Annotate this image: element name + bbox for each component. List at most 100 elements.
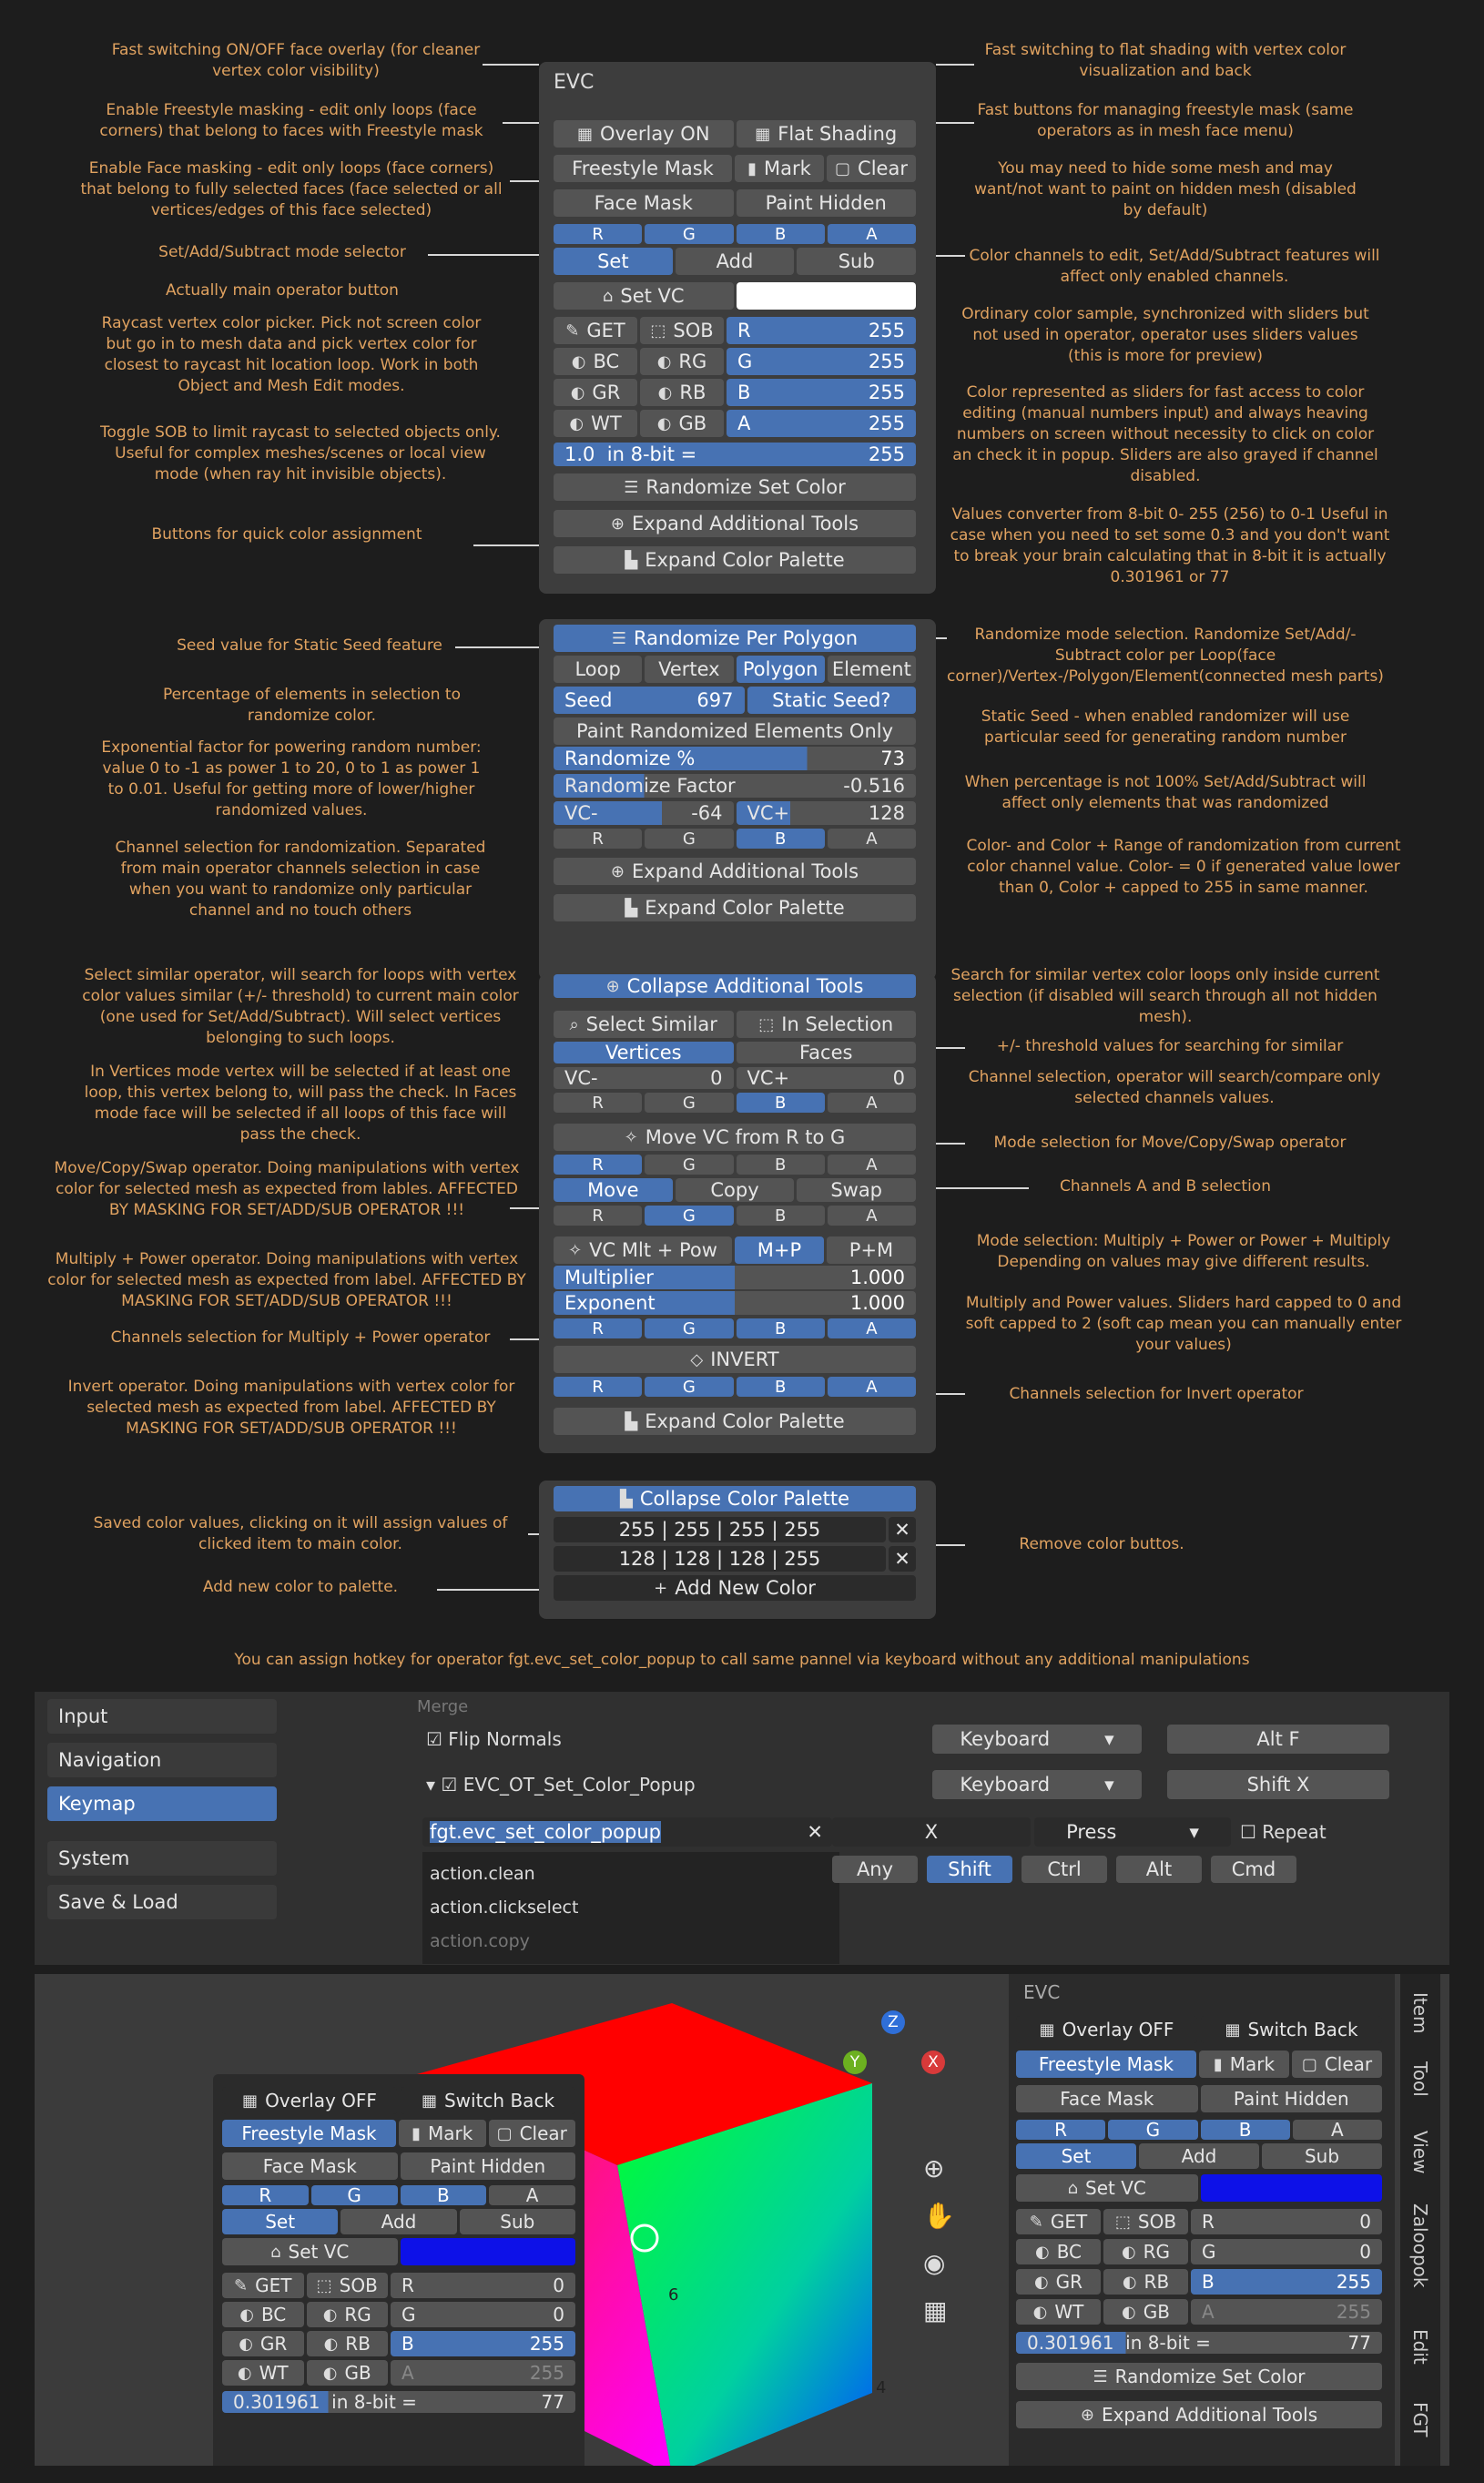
preset-bc-button[interactable]: ◐ BC	[1016, 2239, 1101, 2264]
mark-button[interactable]: ▮ Mark	[735, 155, 824, 182]
pm-mode-button[interactable]: P+M	[827, 1236, 916, 1264]
sob-toggle[interactable]: ⬚ SOB	[1103, 2209, 1188, 2234]
axis-x[interactable]: X	[921, 2051, 945, 2074]
freestyle-mask-button[interactable]: Freestyle Mask	[222, 2120, 396, 2147]
camera-icon[interactable]: ◉	[923, 2240, 955, 2287]
overlay-off-button[interactable]: ▦ Overlay OFF	[1016, 2016, 1197, 2043]
target-channel-b[interactable]: B	[736, 1206, 825, 1226]
exponent-slider[interactable]: Exponent 1.000	[554, 1291, 916, 1315]
sob-toggle[interactable]: ⬚ SOB	[640, 317, 724, 344]
converter-field[interactable]: 1.0 in 8-bit = 255	[554, 443, 916, 466]
mode-sub-button[interactable]: Sub	[797, 248, 917, 275]
preset-gr-button[interactable]: ◐ GR	[554, 379, 637, 406]
rand-element-button[interactable]: Element	[827, 656, 916, 683]
converter-field[interactable]: 0.301961 in 8-bit = 77	[1016, 2332, 1382, 2354]
axis-y[interactable]: Y	[843, 2051, 867, 2074]
tab-edit[interactable]: Edit	[1408, 2329, 1433, 2365]
randomize-set-color-button[interactable]: ☰ Randomize Set Color	[1016, 2363, 1382, 2390]
list-item[interactable]: action.copy	[430, 1925, 832, 1959]
remove-color-button[interactable]: ✕	[889, 1546, 916, 1572]
channel-b-toggle[interactable]: B	[400, 2185, 487, 2205]
vc-minus-slider[interactable]: VC- -64	[554, 801, 734, 825]
slider-r[interactable]: R 255	[727, 317, 916, 344]
source-channel-a[interactable]: A	[827, 1155, 916, 1175]
face-mask-button[interactable]: Face Mask	[554, 189, 734, 217]
randomize-set-color-button[interactable]: ☰ Randomize Set Color	[554, 473, 916, 501]
color-swatch[interactable]	[1200, 2174, 1382, 2202]
seed-field[interactable]: Seed 697	[554, 687, 745, 714]
channel-g-toggle[interactable]: G	[310, 2185, 398, 2205]
mp-mode-button[interactable]: M+P	[735, 1236, 824, 1264]
mode-sub-button[interactable]: Sub	[1262, 2143, 1382, 2169]
mark-button[interactable]: ▮ Mark	[1199, 2051, 1289, 2078]
similar-channel-r[interactable]: R	[554, 1093, 643, 1113]
viewport[interactable]: Z Y X ⊕ ✋ ◉ ▦ 6 4 ▦ Overlay OFF ▦ Switch B…	[35, 1974, 1449, 2466]
face-mask-button[interactable]: Face Mask	[222, 2152, 398, 2180]
swap-mode-button[interactable]: Swap	[797, 1178, 917, 1202]
checkbox[interactable]: ☑	[426, 1728, 442, 1750]
hotkey-shift-x[interactable]: Shift X	[1167, 1770, 1389, 1799]
mode-add-button[interactable]: Add	[341, 2209, 457, 2234]
similar-channel-g[interactable]: G	[645, 1093, 734, 1113]
preset-rg-button[interactable]: ◐ RG	[640, 348, 724, 375]
sidebar-item-navigation[interactable]: Navigation	[47, 1743, 277, 1777]
preset-wt-button[interactable]: ◐ WT	[554, 410, 637, 437]
target-channel-a[interactable]: A	[827, 1206, 916, 1226]
color-swatch[interactable]	[736, 282, 916, 310]
preset-wt-button[interactable]: ◐ WT	[1016, 2299, 1101, 2325]
palette-color-item[interactable]: 128 | 128 | 128 | 255	[554, 1546, 886, 1572]
clear-button[interactable]: ▢ Clear	[488, 2120, 575, 2147]
flat-shading-button[interactable]: ▦ Flat Shading	[736, 120, 916, 148]
target-channel-r[interactable]: R	[554, 1206, 643, 1226]
switch-back-button[interactable]: ▦ Switch Back	[401, 2087, 575, 2114]
mode-set-button[interactable]: Set	[222, 2209, 339, 2234]
preset-bc-button[interactable]: ◐ BC	[554, 348, 637, 375]
remove-color-button[interactable]: ✕	[889, 1517, 916, 1542]
preset-rg-button[interactable]: ◐ RG	[306, 2302, 388, 2327]
slider-g[interactable]: G0	[391, 2302, 575, 2327]
preset-rb-button[interactable]: ◐ RB	[306, 2331, 388, 2356]
multiplier-slider[interactable]: Multiplier 1.000	[554, 1266, 916, 1289]
set-vc-button[interactable]: ⌂ Set VC	[1016, 2174, 1198, 2202]
axis-z[interactable]: Z	[881, 2010, 905, 2034]
rand-vertex-button[interactable]: Vertex	[645, 656, 734, 683]
similar-vc-minus[interactable]: VC- 0	[554, 1067, 734, 1089]
converter-field[interactable]: 0.301961 in 8-bit = 77	[222, 2391, 575, 2413]
slider-b[interactable]: B 255	[391, 2331, 575, 2356]
paint-randomized-only-toggle[interactable]: Paint Randomized Elements Only	[554, 717, 916, 745]
modifier-shift[interactable]: Shift	[927, 1856, 1012, 1883]
vc-mlt-pow-button[interactable]: ✧ VC Mlt + Pow	[554, 1236, 732, 1264]
checkbox[interactable]: ☑	[441, 1774, 457, 1796]
close-icon[interactable]: ✕	[807, 1821, 823, 1843]
invert-channel-g[interactable]: G	[645, 1377, 734, 1397]
tab-view[interactable]: View	[1408, 2131, 1433, 2173]
rand-expand-palette-button[interactable]: ▙ Expand Color Palette	[554, 894, 916, 921]
slider-b[interactable]: B 255	[1191, 2269, 1382, 2295]
slider-a[interactable]: A 255	[391, 2360, 575, 2386]
similar-vc-plus[interactable]: VC+ 0	[736, 1067, 916, 1089]
clear-button[interactable]: ▢ Clear	[827, 155, 916, 182]
sidebar-item-keymap[interactable]: Keymap	[47, 1786, 277, 1821]
overlay-toggle-button[interactable]: ▦ Overlay ON	[554, 120, 734, 148]
paint-hidden-button[interactable]: Paint Hidden	[736, 189, 916, 217]
modifier-cmd[interactable]: Cmd	[1211, 1856, 1296, 1883]
invert-channel-b[interactable]: B	[736, 1377, 825, 1397]
channel-b-toggle[interactable]: B	[1200, 2120, 1290, 2140]
set-vc-button[interactable]: ⌂ Set VC	[554, 282, 734, 310]
vc-plus-slider[interactable]: VC+ 128	[736, 801, 916, 825]
copy-mode-button[interactable]: Copy	[675, 1178, 795, 1202]
paint-hidden-button[interactable]: Paint Hidden	[1200, 2085, 1382, 2112]
set-vc-button[interactable]: ⌂ Set VC	[222, 2238, 398, 2265]
key-x-field[interactable]: X	[832, 1817, 1031, 1847]
source-channel-b[interactable]: B	[736, 1155, 825, 1175]
source-channel-g[interactable]: G	[645, 1155, 734, 1175]
channel-a-toggle[interactable]: A	[1292, 2120, 1382, 2140]
hand-icon[interactable]: ✋	[923, 2193, 955, 2240]
freestyle-mask-button[interactable]: Freestyle Mask	[554, 155, 732, 182]
mlt-channel-a[interactable]: A	[827, 1318, 916, 1338]
collapse-tools-button[interactable]: ⊕ Collapse Additional Tools	[554, 974, 916, 998]
modifier-any[interactable]: Any	[832, 1856, 918, 1883]
channel-g-toggle[interactable]: G	[645, 224, 734, 244]
modifier-alt[interactable]: Alt	[1116, 1856, 1202, 1883]
source-channel-r[interactable]: R	[554, 1155, 643, 1175]
